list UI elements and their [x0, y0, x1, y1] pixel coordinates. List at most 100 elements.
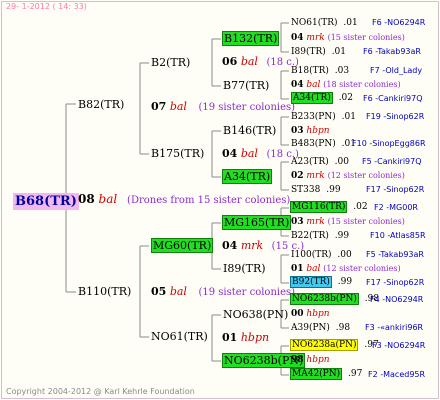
gen4-row[interactable]: I89(TR) .01 — [291, 48, 346, 57]
info-year: 01 — [222, 331, 238, 344]
gen4-name: A34(TR) — [291, 92, 333, 104]
gen4-row[interactable]: B483(PN) .01 — [291, 140, 356, 149]
gen4-info: F10 -SinopEgg86R — [352, 139, 426, 148]
gen4-name: MA42(PN) — [290, 368, 343, 380]
gen3-node-label: B132(TR) — [222, 31, 280, 46]
gen2-node[interactable]: MG60(TR) — [151, 238, 214, 253]
gen4-info: F19 -Sinop62R — [366, 112, 425, 121]
gen4-val: .00 — [337, 250, 352, 260]
info-note: (12 sister colonies) — [327, 171, 405, 180]
gen3-info: 06 bal (18 c.) — [222, 56, 299, 68]
gen3-info: 04 bal (18 c.) — [222, 148, 299, 160]
gen4-val: .00 — [334, 157, 349, 167]
gen4-name: B233(PN) — [291, 112, 336, 122]
gen4-val: .02 — [353, 202, 368, 212]
gen4-row[interactable]: B18(TR) .03 — [291, 67, 349, 76]
info-year: 02 — [291, 171, 304, 181]
gen4-val: .99 — [334, 231, 350, 241]
gen3-node[interactable]: B77(TR) — [223, 80, 269, 91]
gen4-row[interactable]: ST338 .99 — [291, 186, 341, 195]
gen3-info: 01 hbpn — [222, 332, 269, 343]
gen3-node[interactable]: B132(TR) — [222, 31, 280, 46]
gen3-node[interactable]: I89(TR) — [223, 263, 266, 274]
info-breeder: hbpn — [306, 126, 330, 136]
gen3-node[interactable]: NO638(PN) — [223, 309, 288, 320]
info-note: (19 sister colonies) — [198, 102, 296, 113]
info-breeder: mrk — [240, 239, 264, 252]
gen4-mid: 03 mrk (15 sister colonies) — [291, 218, 405, 227]
gen4-row[interactable]: B92(TR) .99 — [290, 276, 353, 288]
gen4-info: F2 -Maced95R — [368, 370, 426, 379]
info-breeder: bal — [169, 285, 187, 298]
gen4-name: I100(TR) — [291, 250, 332, 260]
gen4-mid: 00 hbpn — [291, 310, 330, 319]
info-year: 00 — [291, 309, 304, 319]
gen3-node[interactable]: A34(TR) — [222, 169, 273, 184]
gen2-node[interactable]: B2(TR) — [151, 57, 190, 68]
gen4-val: .01 — [341, 112, 356, 122]
root-info: 08 bal (Drones from 15 sister colonies) — [78, 193, 290, 206]
gen4-name: NO6238a(PN) — [290, 339, 359, 351]
info-note: (15 sister colonies) — [327, 217, 405, 226]
gen4-info: F6 -NO6294R — [372, 18, 426, 27]
info-breeder: hbpn — [306, 355, 330, 365]
info-year: 04 — [291, 33, 304, 43]
gen4-name: ST338 — [291, 185, 321, 195]
gen4-info: F3 -«ankiri96R — [365, 323, 424, 332]
gen2-info: 07 bal (19 sister colonies) — [151, 101, 295, 113]
gen2-node[interactable]: B175(TR) — [151, 148, 204, 159]
timestamp-header: 29- 1-2012 ( 14: 33) — [6, 2, 87, 11]
gen1-node[interactable]: B110(TR) — [78, 286, 131, 297]
gen4-row[interactable]: MA42(PN) .97 — [290, 368, 362, 380]
gen3-node[interactable]: B146(TR) — [223, 125, 276, 136]
gen4-info: F17 -Sinop62R — [366, 185, 425, 194]
info-year: 04 — [222, 239, 238, 252]
gen2-node[interactable]: NO61(TR) — [151, 331, 208, 342]
root-year: 08 — [78, 192, 95, 206]
gen4-val: .99 — [337, 277, 353, 287]
gen4-mid: 03 hbpn — [291, 127, 330, 136]
root-queen[interactable]: B68(TR) — [13, 192, 79, 210]
gen3-node-label: MG165(TR) — [222, 215, 292, 230]
gen4-name: B92(TR) — [290, 276, 332, 288]
gen3-node-label: A34(TR) — [222, 169, 273, 184]
gen4-row[interactable]: I100(TR) .00 — [291, 251, 352, 260]
gen4-row[interactable]: B22(TR) .99 — [291, 232, 349, 241]
gen4-mid: 04 bal (18 sister colonies) — [291, 81, 401, 90]
gen4-info: F6 -Cankiri97Q — [363, 94, 423, 103]
gen4-row[interactable]: A34(TR) .02 — [291, 92, 353, 104]
gen4-row[interactable]: NO61(TR) .01 — [291, 19, 358, 28]
info-note: (12 sister colonies) — [323, 264, 401, 273]
info-year: 04 — [291, 80, 304, 90]
gen4-row[interactable]: A39(PN) .98 — [291, 324, 350, 333]
info-note: (18 sister colonies) — [323, 80, 401, 89]
gen2-node-label: MG60(TR) — [151, 238, 214, 253]
gen4-name: B483(PN) — [291, 139, 336, 149]
gen4-row[interactable]: B233(PN) .01 — [291, 113, 356, 122]
gen4-mid: 98 hbpn — [291, 356, 330, 365]
root-breeder: bal — [98, 192, 118, 206]
info-year: 06 — [222, 55, 238, 68]
gen4-info: F6 -Takab93aR — [363, 47, 421, 56]
info-breeder: mrk — [306, 217, 325, 227]
gen3-node[interactable]: MG165(TR) — [222, 215, 292, 230]
gen4-row[interactable]: MG116(TR) .02 — [290, 201, 368, 213]
gen4-info: F5 -Cankiri97Q — [362, 157, 422, 166]
gen4-row[interactable]: NO6238b(PN) .98 — [290, 293, 379, 305]
gen4-name: B18(TR) — [291, 66, 329, 76]
gen4-info: F17 -Sinop62R — [366, 278, 425, 287]
info-year: 07 — [151, 100, 167, 113]
gen4-info: F7 -Old_Lady — [370, 66, 423, 75]
info-note: (15 sister colonies) — [327, 33, 405, 42]
gen4-row[interactable]: A23(TR) .00 — [291, 158, 349, 167]
gen1-node[interactable]: B82(TR) — [78, 99, 124, 110]
gen4-name: NO6238b(PN) — [290, 293, 359, 305]
gen4-row[interactable]: NO6238a(PN) .97 — [290, 339, 379, 351]
gen4-info: F5 -Takab93aR — [366, 250, 424, 259]
info-breeder: bal — [306, 264, 321, 274]
gen4-val: .99 — [326, 185, 341, 195]
gen4-name: NO61(TR) — [291, 18, 338, 28]
info-breeder: bal — [240, 55, 258, 68]
gen4-mid: 04 mrk (15 sister colonies) — [291, 34, 405, 43]
root-name: B68(TR) — [13, 193, 79, 210]
